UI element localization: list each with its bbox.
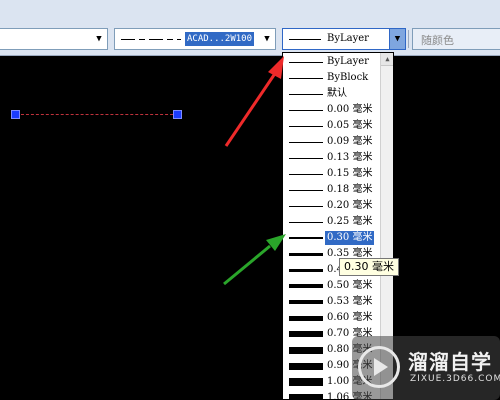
watermark-title: 溜溜自学 — [408, 350, 492, 374]
watermark: 溜溜自学 ZIXUE.3D66.COM — [352, 336, 500, 400]
play-logo-icon — [358, 346, 400, 388]
green-arrow-icon — [223, 234, 286, 286]
red-arrow-icon — [224, 56, 284, 147]
watermark-url: ZIXUE.3D66.COM — [410, 374, 500, 384]
